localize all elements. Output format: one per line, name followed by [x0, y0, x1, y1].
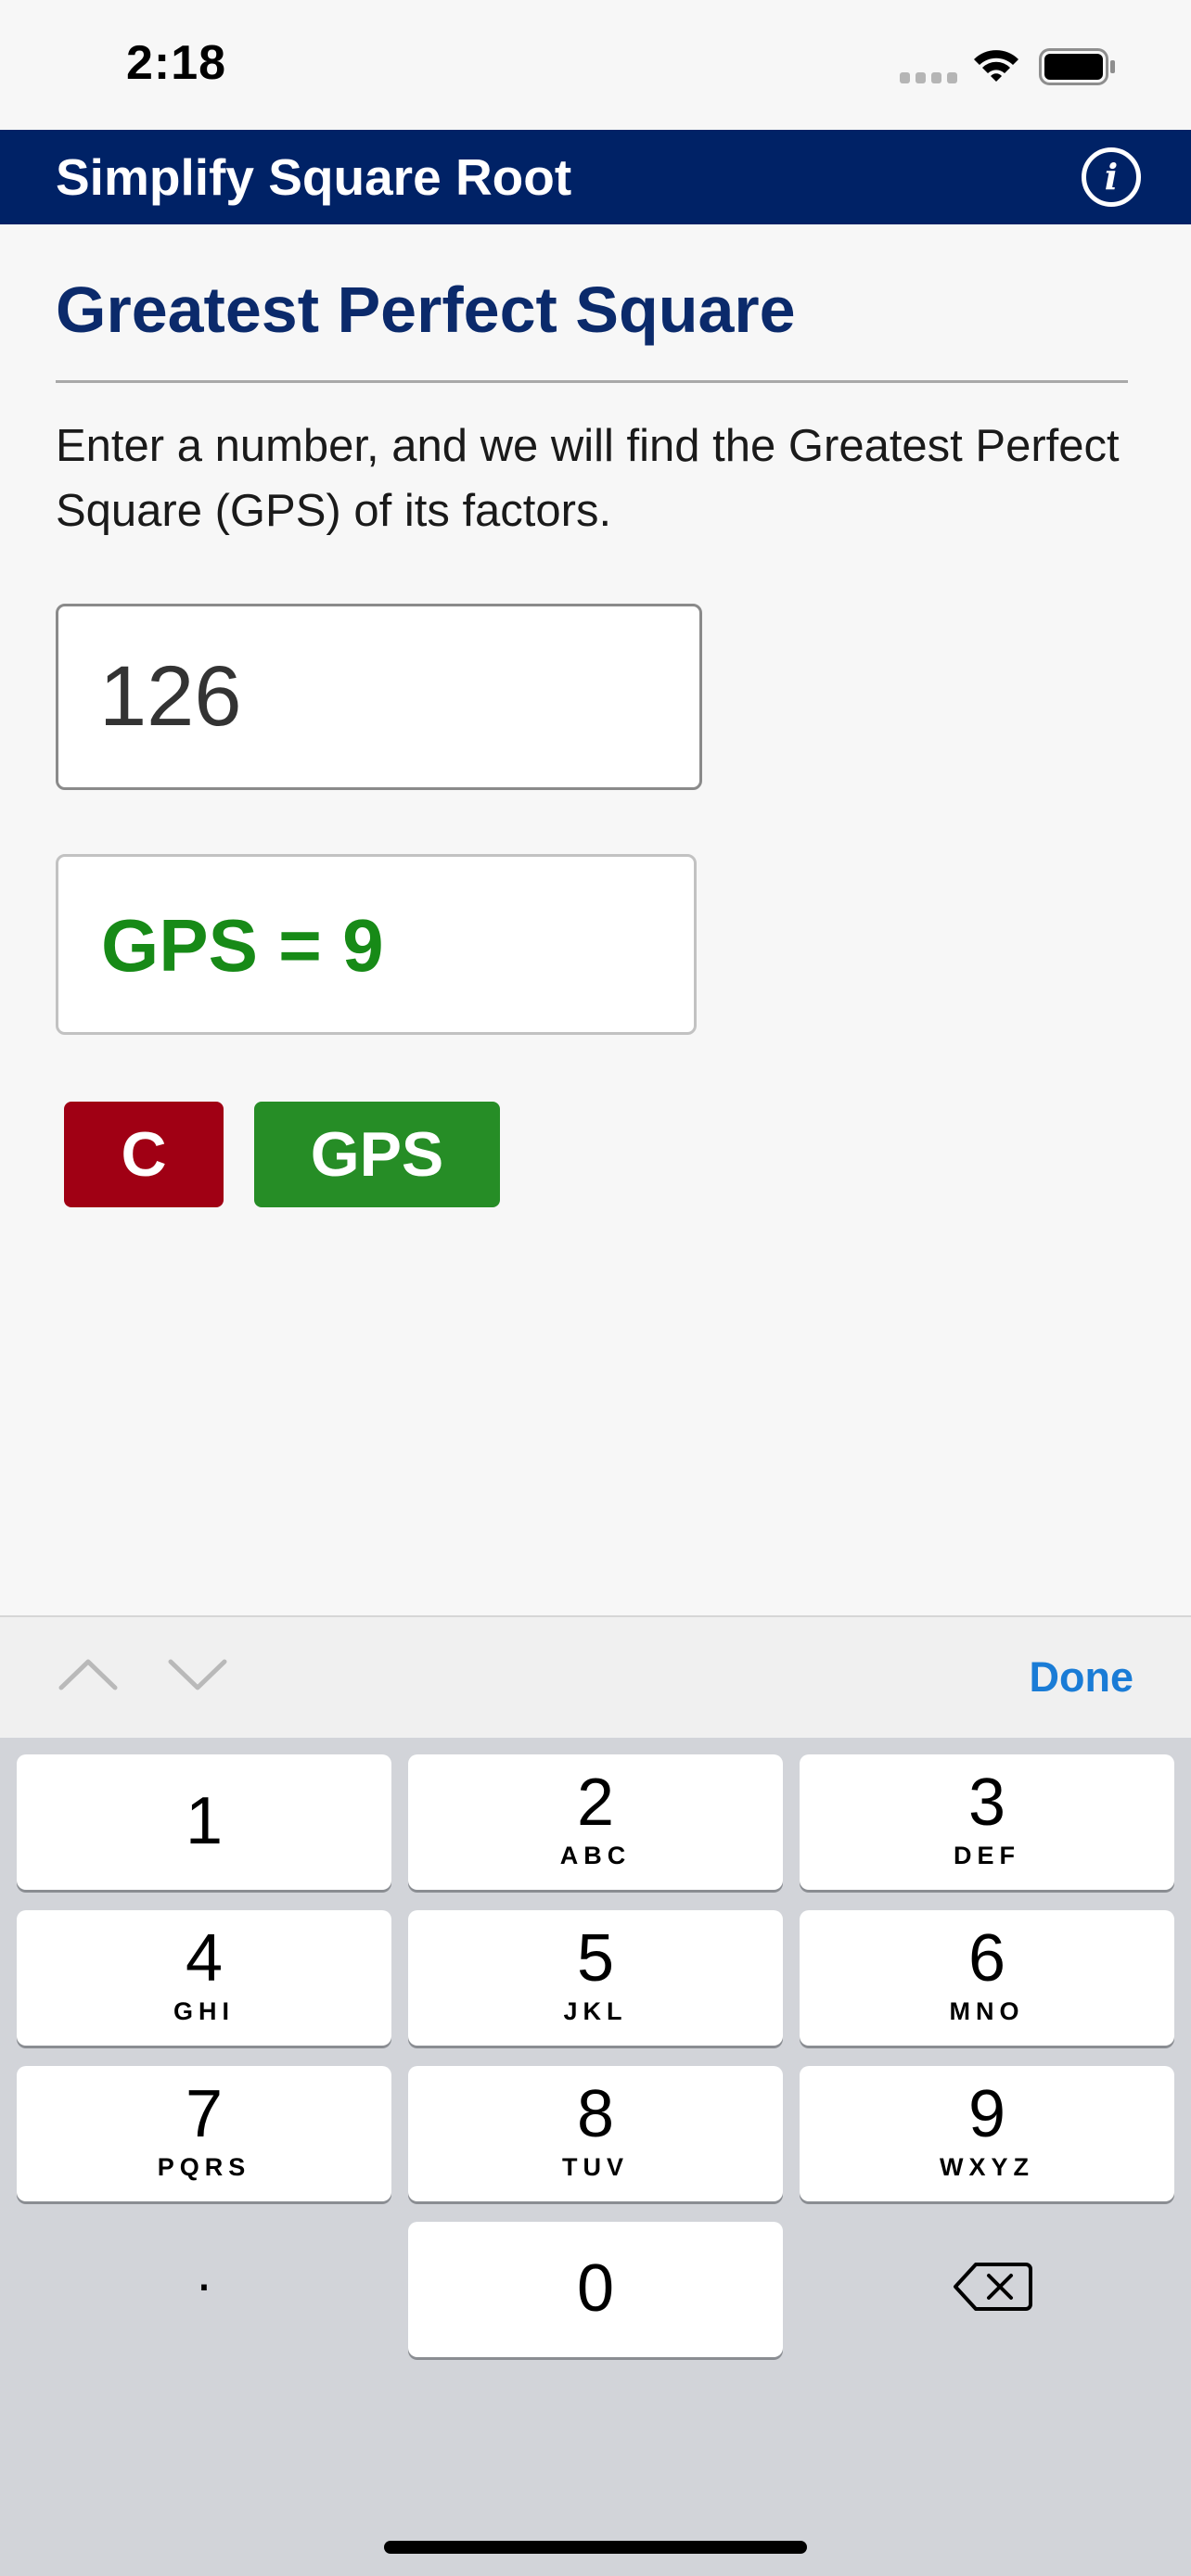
app-screen: 2:18 Simplify Square Root i Greatest Per… — [0, 0, 1191, 2576]
key-9[interactable]: 9 WXYZ — [800, 2066, 1174, 2201]
key-decimal-label: . — [196, 2240, 212, 2302]
key-6[interactable]: 6 MNO — [800, 1910, 1174, 2046]
key-letters: DEF — [954, 1842, 1020, 1869]
description-text: Enter a number, and we will find the Gre… — [56, 421, 1120, 536]
chevron-down-icon[interactable] — [165, 1651, 230, 1697]
keyboard-accessory-bar: Done — [0, 1615, 1191, 1738]
key-letters: WXYZ — [940, 2153, 1034, 2181]
key-digit: 8 — [576, 2077, 615, 2151]
key-digit: 7 — [185, 2077, 224, 2151]
key-4[interactable]: 4 GHI — [17, 1910, 391, 2046]
key-digit: 4 — [185, 1921, 224, 1996]
home-indicator — [384, 2541, 807, 2554]
key-decimal[interactable]: . — [17, 2222, 391, 2357]
page-heading: Greatest Perfect Square — [56, 274, 796, 346]
status-bar: 2:18 — [0, 0, 1191, 130]
key-5[interactable]: 5 JKL — [408, 1910, 783, 2046]
key-letters: JKL — [563, 1997, 628, 2025]
key-digit: 3 — [967, 1766, 1006, 1840]
key-digit: 0 — [576, 2251, 615, 2326]
number-input[interactable] — [56, 604, 702, 790]
key-8[interactable]: 8 TUV — [408, 2066, 783, 2201]
nav-bar: Simplify Square Root i — [0, 130, 1191, 224]
key-2[interactable]: 2 ABC — [408, 1754, 783, 1890]
key-1[interactable]: 1 — [17, 1754, 391, 1890]
wifi-icon — [974, 50, 1018, 82]
key-3[interactable]: 3 DEF — [800, 1754, 1174, 1890]
nav-title: Simplify Square Root — [56, 148, 572, 206]
gps-button[interactable]: GPS — [254, 1102, 500, 1207]
key-digit: 9 — [967, 2077, 1006, 2151]
backspace-icon[interactable] — [952, 2261, 1033, 2313]
heading-divider — [56, 380, 1128, 383]
status-time: 2:18 — [126, 36, 227, 90]
key-digit: 6 — [967, 1921, 1006, 1996]
info-icon[interactable]: i — [1082, 147, 1141, 207]
done-button[interactable]: Done — [1030, 1652, 1134, 1702]
cellular-signal-icon — [900, 72, 957, 83]
key-7[interactable]: 7 PQRS — [17, 2066, 391, 2201]
clear-button[interactable]: C — [64, 1102, 224, 1207]
battery-icon — [1039, 48, 1115, 85]
chevron-up-icon[interactable] — [56, 1651, 121, 1697]
key-letters: TUV — [562, 2153, 629, 2181]
key-digit: 5 — [576, 1921, 615, 1996]
key-letters: PQRS — [157, 2153, 251, 2181]
key-digit: 1 — [185, 1784, 224, 1858]
key-digit: 2 — [576, 1766, 615, 1840]
result-box: GPS = 9 — [56, 854, 697, 1035]
key-0[interactable]: 0 — [408, 2222, 783, 2357]
key-letters: GHI — [173, 1997, 235, 2025]
result-text: GPS = 9 — [101, 904, 384, 987]
key-letters: ABC — [559, 1842, 632, 1869]
key-letters: MNO — [949, 1997, 1025, 2025]
